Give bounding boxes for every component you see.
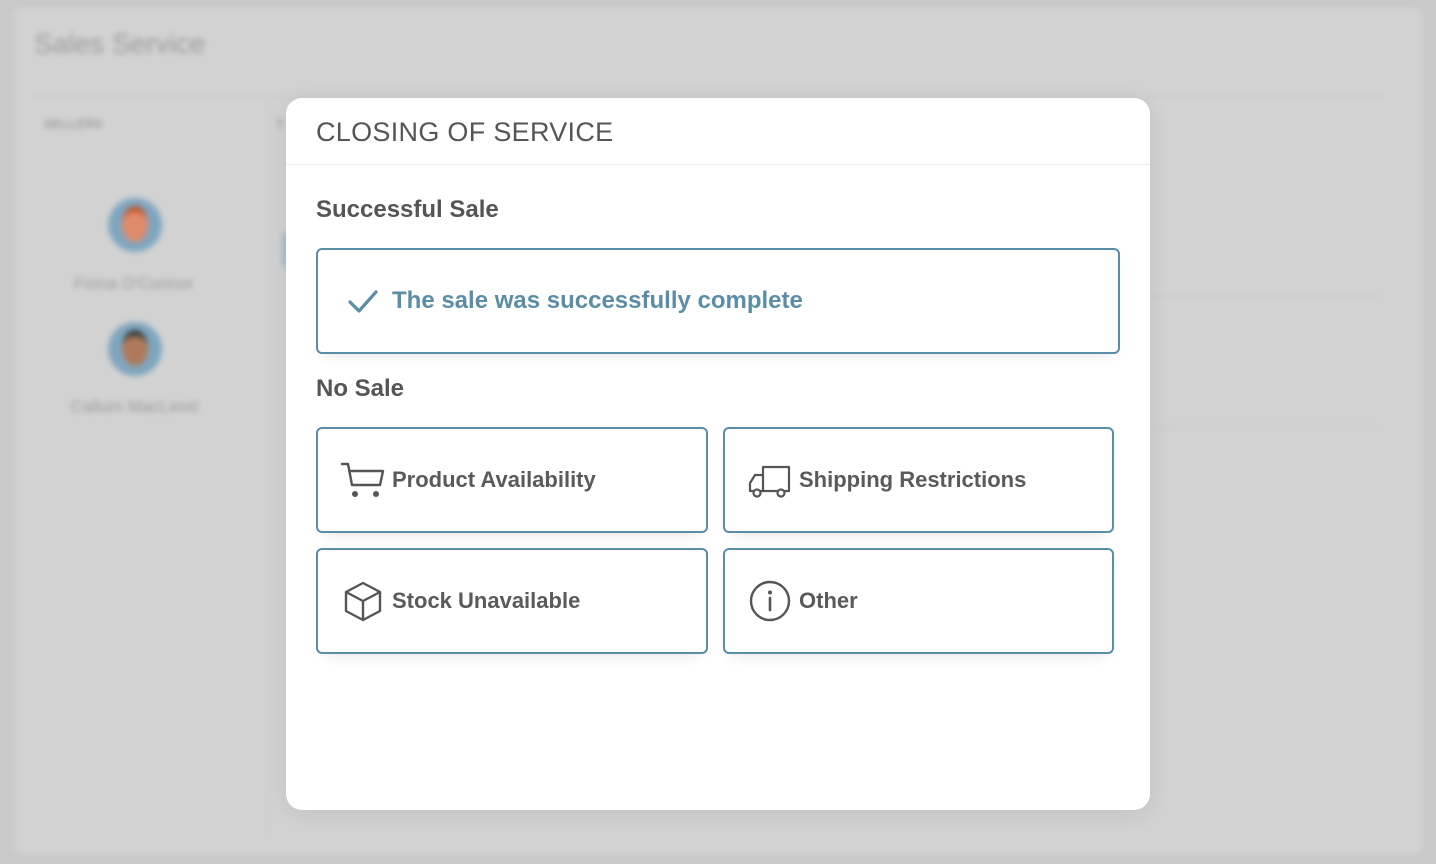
seller-name: Fiona O'Connor bbox=[74, 274, 194, 293]
row-divider bbox=[1150, 296, 1380, 297]
box-icon bbox=[340, 578, 386, 624]
seller-name: Callum MacLeod bbox=[70, 397, 198, 416]
row-divider bbox=[1150, 426, 1380, 427]
truck-icon bbox=[747, 457, 793, 503]
product-availability-option[interactable]: Product Availability bbox=[316, 427, 708, 533]
sidebar-divider bbox=[268, 100, 269, 840]
modal-title: CLOSING OF SERVICE bbox=[316, 117, 614, 147]
info-icon bbox=[747, 578, 793, 624]
header-divider bbox=[34, 96, 1384, 97]
shipping-restrictions-option[interactable]: Shipping Restrictions bbox=[723, 427, 1114, 533]
modal-header: CLOSING OF SERVICE bbox=[286, 98, 1150, 165]
option-label: The sale was successfully complete bbox=[392, 287, 803, 314]
check-icon bbox=[340, 278, 386, 324]
column-header: T bbox=[276, 117, 284, 131]
closing-of-service-modal: CLOSING OF SERVICE Successful Sale The s… bbox=[286, 98, 1150, 810]
avatar bbox=[108, 322, 162, 376]
option-label: Other bbox=[799, 588, 858, 613]
other-option[interactable]: Other bbox=[723, 548, 1114, 654]
app-title: Sales Service bbox=[34, 28, 206, 59]
option-label: Product Availability bbox=[392, 467, 596, 492]
option-label: Stock Unavailable bbox=[392, 588, 581, 613]
no-sale-title: No Sale bbox=[316, 375, 405, 402]
sellers-header: SELLERS bbox=[44, 117, 103, 131]
successful-sale-option[interactable]: The sale was successfully complete bbox=[316, 248, 1120, 354]
cart-icon bbox=[340, 457, 386, 503]
stock-unavailable-option[interactable]: Stock Unavailable bbox=[316, 548, 708, 654]
successful-sale-title: Successful Sale bbox=[316, 196, 499, 223]
option-label: Shipping Restrictions bbox=[799, 467, 1027, 492]
avatar bbox=[108, 198, 162, 252]
